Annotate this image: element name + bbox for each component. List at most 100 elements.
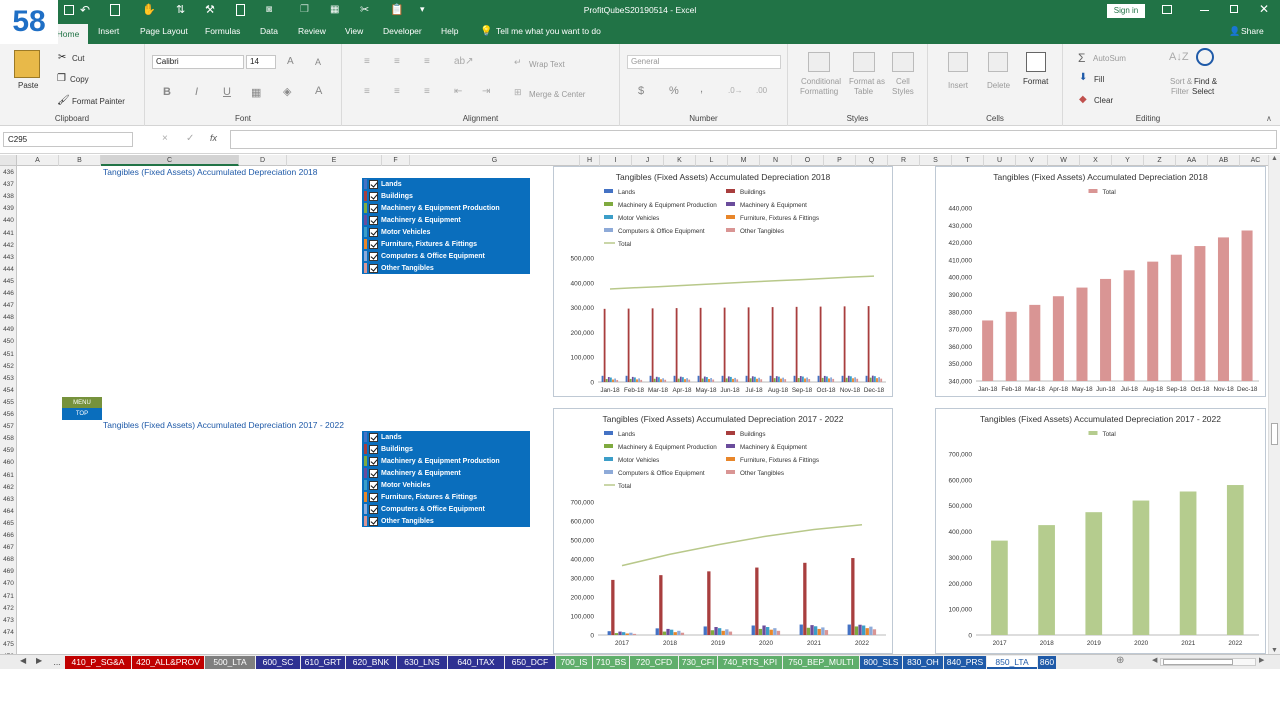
scroll-up-arrow[interactable]: ▲ (1271, 155, 1278, 162)
document-icon[interactable] (236, 4, 245, 16)
percent-button[interactable]: % (669, 85, 679, 97)
tab-review[interactable]: Review (298, 26, 326, 36)
scroll-tabs-left-icon[interactable]: ◀ (20, 656, 26, 665)
formula-input[interactable] (230, 130, 1277, 149)
tab-help[interactable]: Help (441, 26, 458, 36)
ribbon-display-icon[interactable] (1162, 5, 1172, 14)
series-toggle[interactable]: Other Tangibles (362, 262, 530, 274)
sign-in-button[interactable]: Sign in (1107, 4, 1145, 18)
series-checkbox[interactable] (369, 468, 378, 478)
copy-button[interactable]: Copy (70, 75, 89, 84)
series-toggle[interactable]: Furniture, Fixtures & Fittings (362, 491, 530, 503)
column-header-y[interactable]: Y (1112, 155, 1144, 166)
align-middle-icon[interactable]: ≡ (394, 56, 400, 67)
column-header-ab[interactable]: AB (1208, 155, 1240, 166)
series-checkbox[interactable] (369, 456, 378, 466)
format-painter-button[interactable]: Format Painter (72, 97, 125, 106)
column-header-u[interactable]: U (984, 155, 1016, 166)
format-as-table-button[interactable]: Format as (849, 77, 885, 86)
row-header[interactable]: 448 (0, 313, 16, 323)
row-header[interactable]: 452 (0, 362, 16, 372)
row-header[interactable]: 453 (0, 374, 16, 384)
table-icon[interactable]: ▦ (330, 4, 339, 15)
sheet-tab[interactable]: 420_ALL&PROV (132, 656, 204, 669)
row-header[interactable]: 450 (0, 337, 16, 347)
font-name-select[interactable]: Calibri (152, 55, 244, 69)
orientation-icon[interactable]: ab↗ (454, 56, 474, 67)
tab-developer[interactable]: Developer (383, 26, 422, 36)
borders-icon[interactable]: ▦ (251, 86, 261, 99)
clear-button[interactable]: Clear (1094, 96, 1113, 105)
row-header[interactable]: 468 (0, 555, 16, 565)
currency-button[interactable]: $ (638, 85, 644, 97)
row-header[interactable]: 466 (0, 531, 16, 541)
increase-indent-icon[interactable]: ⇥ (482, 86, 490, 97)
sheet-tab[interactable]: 640_ITAX (448, 656, 504, 669)
row-header[interactable]: 461 (0, 471, 16, 481)
close-icon[interactable]: ✕ (1259, 2, 1269, 16)
find-select-button[interactable]: Find & (1194, 77, 1217, 86)
column-header-e[interactable]: E (287, 155, 382, 166)
delete-cells-button[interactable]: Delete (987, 81, 1010, 90)
scroll-down-arrow[interactable]: ▼ (1271, 647, 1278, 654)
series-checkbox[interactable] (369, 203, 378, 213)
row-header[interactable]: 470 (0, 579, 16, 589)
row-header[interactable]: 458 (0, 434, 16, 444)
sheet-tab[interactable]: ... (50, 656, 64, 669)
column-header-l[interactable]: L (696, 155, 728, 166)
series-checkbox[interactable] (369, 504, 378, 514)
hammer-icon[interactable]: ⚒ (205, 3, 215, 16)
column-header-i[interactable]: I (600, 155, 632, 166)
row-header[interactable]: 462 (0, 483, 16, 493)
chart-monthly-total[interactable]: Tangibles (Fixed Assets) Accumulated Dep… (935, 166, 1266, 397)
column-header-k[interactable]: K (664, 155, 696, 166)
fill-color-icon[interactable]: ◈ (283, 85, 291, 98)
sort-filter-button[interactable]: Sort & (1170, 77, 1192, 86)
row-header[interactable]: 475 (0, 640, 16, 650)
paste-icon[interactable] (14, 50, 40, 78)
row-header[interactable]: 437 (0, 180, 16, 190)
column-header-z[interactable]: Z (1144, 155, 1176, 166)
share-button[interactable]: Share (1241, 26, 1264, 36)
h-scroll-right-icon[interactable]: ▶ (1259, 656, 1264, 664)
row-header[interactable]: 454 (0, 386, 16, 396)
chart-monthly-breakdown[interactable]: Tangibles (Fixed Assets) Accumulated Dep… (553, 166, 893, 397)
column-header-b[interactable]: B (59, 155, 101, 166)
select-all-corner[interactable] (0, 155, 17, 166)
decrease-indent-icon[interactable]: ⇤ (454, 86, 462, 97)
row-header[interactable]: 449 (0, 325, 16, 335)
series-toggle[interactable]: Lands (362, 178, 530, 190)
series-checkbox[interactable] (369, 215, 378, 225)
minimize-icon[interactable] (1200, 10, 1209, 11)
series-toggle[interactable]: Machinery & Equipment Production (362, 202, 530, 214)
insert-cells-button[interactable]: Insert (948, 81, 968, 90)
paste-icon[interactable]: 📋 (390, 3, 404, 16)
row-header[interactable]: 456 (0, 410, 16, 420)
series-checkbox[interactable] (369, 251, 378, 261)
sheet-tab[interactable]: 650_DCF (505, 656, 555, 669)
h-scroll-thumb[interactable] (1163, 659, 1233, 665)
column-header-w[interactable]: W (1048, 155, 1080, 166)
tab-view[interactable]: View (345, 26, 363, 36)
column-header-m[interactable]: M (728, 155, 760, 166)
row-header[interactable]: 447 (0, 301, 16, 311)
copy-icon[interactable]: ❐ (300, 4, 309, 15)
camera-icon[interactable]: ◙ (266, 4, 272, 15)
autosum-button[interactable]: AutoSum (1093, 54, 1126, 63)
row-header[interactable]: 465 (0, 519, 16, 529)
fill-button[interactable]: Fill (1094, 75, 1104, 84)
underline-button[interactable]: U (223, 86, 231, 98)
format-cells-button[interactable]: Format (1023, 77, 1048, 86)
row-header[interactable]: 467 (0, 543, 16, 553)
add-sheet-icon[interactable]: ⊕ (1116, 655, 1124, 666)
print-preview-icon[interactable] (110, 4, 120, 16)
worksheet-grid[interactable]: Tangibles (Fixed Assets) Accumulated Dep… (17, 166, 1268, 654)
align-top-icon[interactable]: ≡ (364, 56, 370, 67)
series-checkbox[interactable] (369, 227, 378, 237)
sheet-tab[interactable]: 830_OH (903, 656, 943, 669)
increase-decimal-icon[interactable]: .0→ (728, 86, 743, 95)
vertical-scrollbar[interactable]: ▲ ▼ (1268, 155, 1280, 654)
collapse-ribbon-icon[interactable]: ∧ (1266, 114, 1272, 123)
column-header-r[interactable]: R (888, 155, 920, 166)
series-toggle[interactable]: Machinery & Equipment Production (362, 455, 530, 467)
